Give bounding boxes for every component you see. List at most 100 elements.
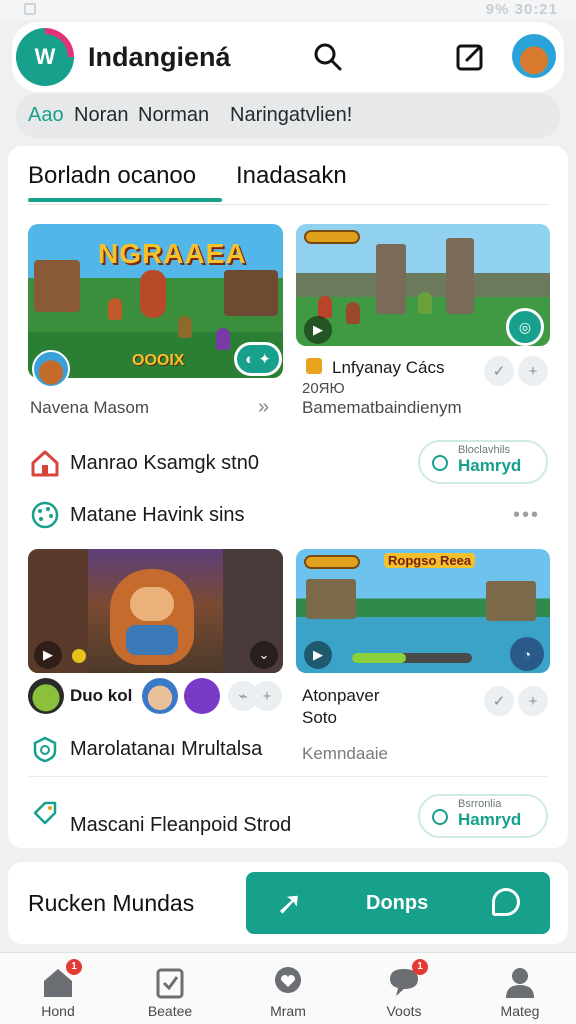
tab-1[interactable]: Inadasakn: [236, 162, 347, 190]
row-label: Marolatanaı Mrultalsa: [70, 738, 263, 760]
status-bar: 9% 30:21: [0, 0, 576, 20]
edit-icon: [456, 44, 483, 71]
game-thumbnail-2[interactable]: ▶ ◎: [296, 224, 550, 346]
hut-right: [224, 270, 278, 316]
player-avatar[interactable]: [142, 678, 178, 714]
add-button[interactable]: +: [518, 686, 548, 716]
hut: [486, 581, 536, 621]
like-button[interactable]: ✓: [484, 356, 514, 386]
fox-hero: [110, 569, 194, 665]
character: [318, 296, 332, 318]
bottom-card-label: Rucken Mundas: [28, 890, 195, 916]
game-thumbnail-3[interactable]: ▶ ⌄: [28, 549, 283, 673]
nav-item-mram[interactable]: Mram: [238, 961, 338, 1023]
play-icon[interactable]: ▶: [304, 641, 332, 669]
play-badge[interactable]: ◐ ✦: [234, 342, 282, 376]
character: [216, 328, 230, 350]
nav-label: Beatee: [147, 1003, 193, 1019]
filter-chip-bar: Aao Noran Norman Naringatvlien!: [16, 94, 560, 138]
row-label: Mascani Fleanpoid Strod: [70, 814, 292, 836]
app-bar: W Indangiená: [12, 22, 564, 92]
user-avatar[interactable]: [510, 32, 558, 80]
game-thumbnail-1[interactable]: NGRAAEA OOOIX ◐ ✦: [28, 224, 283, 378]
arrow-icon: ➚: [276, 885, 303, 921]
follow-button[interactable]: Bloclavhils Hamryd: [418, 440, 548, 484]
chip-1[interactable]: Noran: [74, 104, 128, 127]
clipboard-icon: [152, 965, 188, 1001]
list-row-3[interactable]: Marolatanaı Mrultalsa: [28, 726, 548, 774]
tower-left: [376, 244, 406, 314]
notification-badge: 1: [66, 959, 82, 975]
more-options-icon[interactable]: •••: [513, 505, 540, 525]
active-tab-indicator: [28, 198, 222, 202]
more-icon[interactable]: »: [258, 396, 269, 419]
game-thumbnail-4[interactable]: Ropgso Reea ▶ ◔: [296, 549, 550, 673]
game-sub-art: OOOIX: [132, 352, 185, 369]
character: [178, 316, 192, 338]
heart-pin-icon: [270, 965, 306, 1001]
follow-button-label: Hamryd: [458, 456, 522, 475]
game-1-meta: Navena Masom: [30, 398, 150, 417]
nav-item-voots[interactable]: 1 Voots: [354, 959, 454, 1023]
hero-face: [130, 587, 174, 621]
game-title-art: NGRAAEA: [98, 238, 247, 269]
nav-item-mateg[interactable]: Mateg: [470, 961, 570, 1023]
search-button[interactable]: [308, 37, 348, 77]
creator-avatar[interactable]: [32, 350, 70, 388]
game-2-meta: Bamematbaindienym: [302, 398, 462, 417]
list-row-2[interactable]: Matane Havink sins •••: [28, 492, 548, 540]
game-2-title: Lnfyanay Cács: [332, 358, 445, 377]
search-icon: [314, 43, 342, 71]
pause-icon[interactable]: ▶: [34, 641, 62, 669]
chip-2[interactable]: Norman: [138, 104, 209, 127]
list-row-4[interactable]: Mascani Fleanpoid Strod Bsrronlia Hamryd: [28, 790, 548, 838]
app-logo[interactable]: W: [16, 28, 74, 86]
follow-button-caption: Bloclavhils: [458, 444, 510, 456]
home-icon: 1: [40, 959, 82, 1001]
player-avatar[interactable]: [28, 678, 64, 714]
primary-cta-button[interactable]: ➚ Donps: [246, 872, 550, 934]
nav-item-beatee[interactable]: Beatee: [120, 961, 220, 1023]
status-text: 9% 30:21: [485, 1, 558, 18]
tab-0[interactable]: Borladn ocanoo: [28, 162, 196, 190]
nav-label: Mateg: [500, 1003, 540, 1019]
game-4-meta: Kemndaaie: [302, 744, 389, 763]
game-2-sub: 20ЯЮ: [302, 380, 345, 397]
circle-icon: [432, 809, 448, 825]
hero-shirt: [126, 625, 178, 655]
bottom-navigation: 1 Hond Beatee Mram 1 Voots Mateg: [0, 952, 576, 1024]
chip-3[interactable]: Naringatvlien!: [230, 104, 352, 127]
health-bar: [304, 230, 360, 244]
nav-label: Mram: [270, 1003, 306, 1019]
character: [346, 302, 360, 324]
progress-fill: [352, 653, 406, 663]
list-row-1[interactable]: Manrao Ksamgk stn0 Bloclavhils Hamryd: [28, 440, 548, 488]
home-icon: [30, 448, 60, 478]
character-portrait[interactable]: ◔: [510, 637, 544, 671]
players-label: Duo kol: [70, 686, 133, 705]
game-4-title: Atonpaver: [302, 686, 380, 705]
bottom-action-card: Rucken Mundas ➚ Donps: [8, 862, 568, 944]
chevron-down-icon[interactable]: ⌄: [250, 641, 278, 669]
shield-icon: [30, 734, 60, 764]
add-button[interactable]: +: [252, 681, 282, 711]
player-avatar[interactable]: [184, 678, 220, 714]
nav-item-home[interactable]: 1 Hond: [8, 959, 108, 1023]
hud-title: Ropgso Reea: [384, 553, 476, 568]
game-4-sub: Soto: [302, 708, 337, 727]
follow-button[interactable]: Bsrronlia Hamryd: [418, 794, 548, 838]
compose-button[interactable]: [450, 37, 490, 77]
health-bar: [304, 555, 360, 569]
logo-mark: W: [22, 34, 68, 80]
notification-icon: [24, 3, 36, 15]
hut-left: [34, 260, 80, 312]
add-button[interactable]: +: [518, 356, 548, 386]
play-badge[interactable]: ◎: [506, 308, 544, 346]
like-button[interactable]: ✓: [484, 686, 514, 716]
pause-icon[interactable]: ▶: [304, 316, 332, 344]
notification-badge: 1: [412, 959, 428, 975]
row-label: Manrao Ksamgk stn0: [70, 452, 259, 474]
chip-0[interactable]: Aao: [28, 104, 64, 127]
character: [108, 298, 122, 320]
circle-icon: [432, 455, 448, 471]
